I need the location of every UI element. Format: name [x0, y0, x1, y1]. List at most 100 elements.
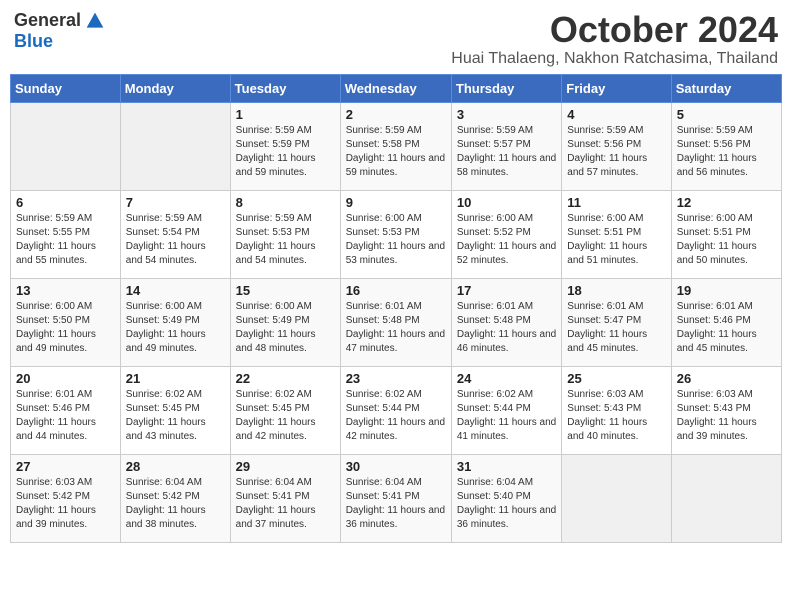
- day-info: Sunrise: 5:59 AM Sunset: 5:58 PM Dayligh…: [346, 124, 446, 180]
- location: Huai Thalaeng, Nakhon Ratchasima, Thaila…: [451, 50, 778, 68]
- calendar-cell: 2Sunrise: 5:59 AM Sunset: 5:58 PM Daylig…: [340, 102, 451, 190]
- day-info: Sunrise: 6:01 AM Sunset: 5:48 PM Dayligh…: [346, 300, 446, 356]
- header-cell: Monday: [120, 74, 230, 102]
- calendar-cell: 8Sunrise: 5:59 AM Sunset: 5:53 PM Daylig…: [230, 190, 340, 278]
- day-info: Sunrise: 6:02 AM Sunset: 5:45 PM Dayligh…: [236, 388, 335, 444]
- calendar-cell: 26Sunrise: 6:03 AM Sunset: 5:43 PM Dayli…: [671, 366, 781, 454]
- day-info: Sunrise: 6:01 AM Sunset: 5:46 PM Dayligh…: [677, 300, 776, 356]
- calendar-cell: 27 Sunrise: 6:03 AM Sunset: 5:42 PM Dayli…: [11, 454, 121, 542]
- calendar-row: 27 Sunrise: 6:03 AM Sunset: 5:42 PM Dayli…: [11, 454, 782, 542]
- calendar-cell: 4Sunrise: 5:59 AM Sunset: 5:56 PM Daylig…: [562, 102, 671, 190]
- day-number: 24: [457, 371, 556, 386]
- calendar-table: SundayMondayTuesdayWednesdayThursdayFrid…: [10, 74, 782, 543]
- day-info: Sunrise: 5:59 AM Sunset: 5:55 PM Dayligh…: [16, 212, 115, 268]
- calendar-cell: 7 Sunrise: 5:59 AM Sunset: 5:54 PM Daylig…: [120, 190, 230, 278]
- day-number: 31: [457, 459, 556, 474]
- day-number: 11: [567, 195, 665, 210]
- day-number: 7: [126, 195, 225, 210]
- calendar-cell: 16 Sunrise: 6:01 AM Sunset: 5:48 PM Dayli…: [340, 278, 451, 366]
- day-info: Sunrise: 6:03 AM Sunset: 5:43 PM Dayligh…: [677, 388, 776, 444]
- day-number: 22: [236, 371, 335, 386]
- day-info: Sunrise: 5:59 AM Sunset: 5:56 PM Dayligh…: [567, 124, 665, 180]
- logo-icon: [85, 11, 105, 31]
- day-number: 5: [677, 107, 776, 122]
- month-title: October 2024: [451, 10, 778, 50]
- calendar-cell: 28 Sunrise: 6:04 AM Sunset: 5:42 PM Dayli…: [120, 454, 230, 542]
- calendar-cell: 20 Sunrise: 6:01 AM Sunset: 5:46 PM Dayli…: [11, 366, 121, 454]
- calendar-cell: 17 Sunrise: 6:01 AM Sunset: 5:48 PM Dayli…: [451, 278, 561, 366]
- day-info: Sunrise: 6:04 AM Sunset: 5:41 PM Dayligh…: [346, 476, 446, 532]
- day-number: 23: [346, 371, 446, 386]
- header-cell: Thursday: [451, 74, 561, 102]
- day-info: Sunrise: 6:00 AM Sunset: 5:53 PM Dayligh…: [346, 212, 446, 268]
- calendar-cell: 1 Sunrise: 5:59 AM Sunset: 5:59 PM Daylig…: [230, 102, 340, 190]
- day-number: 9: [346, 195, 446, 210]
- calendar-cell: 21 Sunrise: 6:02 AM Sunset: 5:45 PM Dayli…: [120, 366, 230, 454]
- calendar-cell: [562, 454, 671, 542]
- day-number: 16: [346, 283, 446, 298]
- calendar-cell: 23 Sunrise: 6:02 AM Sunset: 5:44 PM Dayli…: [340, 366, 451, 454]
- calendar-cell: 13 Sunrise: 6:00 AM Sunset: 5:50 PM Dayli…: [11, 278, 121, 366]
- day-number: 28: [126, 459, 225, 474]
- day-info: Sunrise: 6:04 AM Sunset: 5:41 PM Dayligh…: [236, 476, 335, 532]
- calendar-cell: 6 Sunrise: 5:59 AM Sunset: 5:55 PM Daylig…: [11, 190, 121, 278]
- day-info: Sunrise: 6:00 AM Sunset: 5:51 PM Dayligh…: [677, 212, 776, 268]
- calendar-cell: 30 Sunrise: 6:04 AM Sunset: 5:41 PM Dayli…: [340, 454, 451, 542]
- day-info: Sunrise: 5:59 AM Sunset: 5:54 PM Dayligh…: [126, 212, 225, 268]
- header-cell: Tuesday: [230, 74, 340, 102]
- calendar-cell: 12 Sunrise: 6:00 AM Sunset: 5:51 PM Dayli…: [671, 190, 781, 278]
- day-info: Sunrise: 5:59 AM Sunset: 5:59 PM Dayligh…: [236, 124, 335, 180]
- day-info: Sunrise: 6:00 AM Sunset: 5:49 PM Dayligh…: [236, 300, 335, 356]
- header-cell: Wednesday: [340, 74, 451, 102]
- calendar-cell: 18Sunrise: 6:01 AM Sunset: 5:47 PM Dayli…: [562, 278, 671, 366]
- calendar-cell: 14 Sunrise: 6:00 AM Sunset: 5:49 PM Dayli…: [120, 278, 230, 366]
- day-info: Sunrise: 6:00 AM Sunset: 5:52 PM Dayligh…: [457, 212, 556, 268]
- calendar-cell: 29Sunrise: 6:04 AM Sunset: 5:41 PM Dayli…: [230, 454, 340, 542]
- calendar-cell: [671, 454, 781, 542]
- logo: General Blue: [14, 10, 105, 52]
- header-cell: Friday: [562, 74, 671, 102]
- calendar-cell: 15Sunrise: 6:00 AM Sunset: 5:49 PM Dayli…: [230, 278, 340, 366]
- day-info: Sunrise: 6:01 AM Sunset: 5:46 PM Dayligh…: [16, 388, 115, 444]
- day-number: 12: [677, 195, 776, 210]
- day-info: Sunrise: 6:00 AM Sunset: 5:51 PM Dayligh…: [567, 212, 665, 268]
- day-info: Sunrise: 5:59 AM Sunset: 5:57 PM Dayligh…: [457, 124, 556, 180]
- day-number: 14: [126, 283, 225, 298]
- day-info: Sunrise: 6:02 AM Sunset: 5:44 PM Dayligh…: [346, 388, 446, 444]
- day-info: Sunrise: 6:03 AM Sunset: 5:42 PM Dayligh…: [16, 476, 115, 532]
- day-number: 17: [457, 283, 556, 298]
- calendar-row: 13 Sunrise: 6:00 AM Sunset: 5:50 PM Dayli…: [11, 278, 782, 366]
- day-number: 30: [346, 459, 446, 474]
- day-number: 25: [567, 371, 665, 386]
- calendar-row: 1 Sunrise: 5:59 AM Sunset: 5:59 PM Daylig…: [11, 102, 782, 190]
- day-number: 13: [16, 283, 115, 298]
- day-number: 20: [16, 371, 115, 386]
- day-number: 27: [16, 459, 115, 474]
- day-info: Sunrise: 6:04 AM Sunset: 5:40 PM Dayligh…: [457, 476, 556, 532]
- day-info: Sunrise: 6:03 AM Sunset: 5:43 PM Dayligh…: [567, 388, 665, 444]
- logo-blue: Blue: [14, 31, 53, 52]
- day-info: Sunrise: 6:00 AM Sunset: 5:50 PM Dayligh…: [16, 300, 115, 356]
- day-number: 6: [16, 195, 115, 210]
- calendar-row: 6 Sunrise: 5:59 AM Sunset: 5:55 PM Daylig…: [11, 190, 782, 278]
- day-number: 18: [567, 283, 665, 298]
- page-header: General Blue October 2024 Huai Thalaeng,…: [10, 10, 782, 68]
- calendar-cell: 22 Sunrise: 6:02 AM Sunset: 5:45 PM Dayli…: [230, 366, 340, 454]
- day-number: 21: [126, 371, 225, 386]
- calendar-cell: 10 Sunrise: 6:00 AM Sunset: 5:52 PM Dayli…: [451, 190, 561, 278]
- day-info: Sunrise: 6:01 AM Sunset: 5:48 PM Dayligh…: [457, 300, 556, 356]
- header-row: SundayMondayTuesdayWednesdayThursdayFrid…: [11, 74, 782, 102]
- day-number: 19: [677, 283, 776, 298]
- calendar-cell: 3Sunrise: 5:59 AM Sunset: 5:57 PM Daylig…: [451, 102, 561, 190]
- day-info: Sunrise: 6:02 AM Sunset: 5:45 PM Dayligh…: [126, 388, 225, 444]
- header-cell: Saturday: [671, 74, 781, 102]
- day-info: Sunrise: 6:02 AM Sunset: 5:44 PM Dayligh…: [457, 388, 556, 444]
- calendar-row: 20 Sunrise: 6:01 AM Sunset: 5:46 PM Dayli…: [11, 366, 782, 454]
- calendar-cell: 19 Sunrise: 6:01 AM Sunset: 5:46 PM Dayli…: [671, 278, 781, 366]
- logo-general: General: [14, 10, 81, 31]
- day-number: 10: [457, 195, 556, 210]
- calendar-cell: 24 Sunrise: 6:02 AM Sunset: 5:44 PM Dayli…: [451, 366, 561, 454]
- day-info: Sunrise: 6:00 AM Sunset: 5:49 PM Dayligh…: [126, 300, 225, 356]
- day-number: 1: [236, 107, 335, 122]
- day-info: Sunrise: 6:04 AM Sunset: 5:42 PM Dayligh…: [126, 476, 225, 532]
